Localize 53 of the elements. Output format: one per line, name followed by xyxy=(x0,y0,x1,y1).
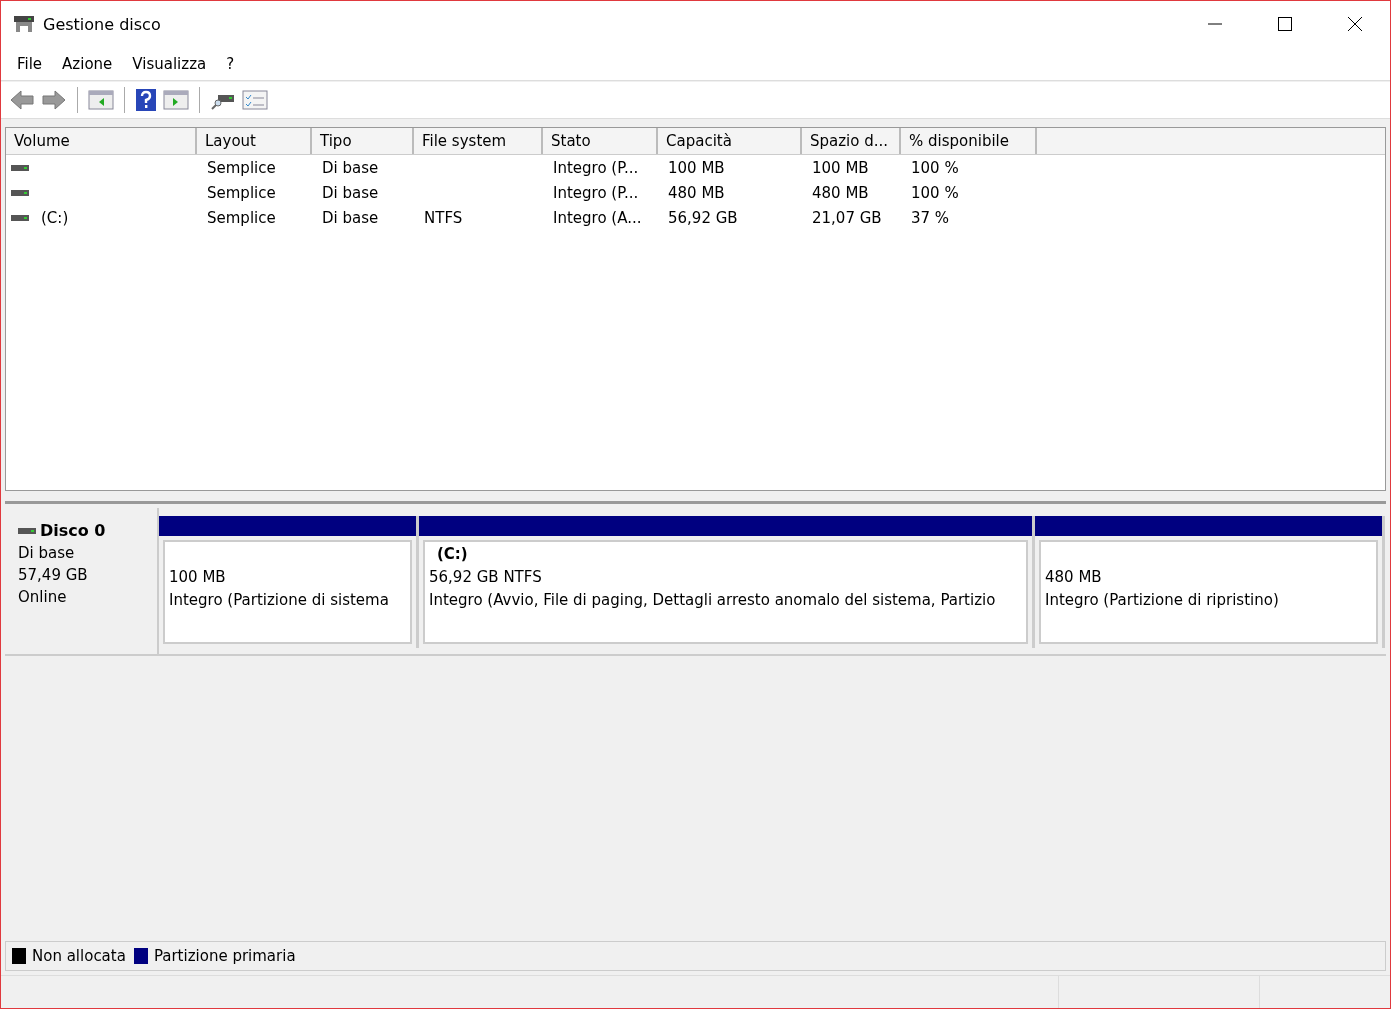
close-icon[interactable] xyxy=(1347,16,1363,32)
menu-item[interactable]: Azione xyxy=(54,54,125,73)
disk-size: 57,49 GB xyxy=(18,565,89,586)
help-icon[interactable] xyxy=(135,88,157,112)
partition-text: Integro (Partizione di sistema xyxy=(169,590,390,611)
partition-box[interactable]: (C:) 56,92 GB NTFS Integro (Avvio, File di paging, Dettagli arresto anomalo del sistema, Partizio xyxy=(423,540,1028,644)
checklist-icon[interactable] xyxy=(242,89,268,111)
disk-management-icon xyxy=(13,14,35,34)
table-cell: Di base xyxy=(322,158,379,177)
partition-text: 100 MB xyxy=(169,567,227,588)
legend-label: Non allocata xyxy=(32,947,126,965)
table-cell: 56,92 GB xyxy=(668,208,738,227)
partition-text: 56,92 GB NTFS xyxy=(429,567,543,588)
table-cell: Integro (A... xyxy=(553,208,642,227)
table-cell: Integro (P... xyxy=(553,158,639,177)
table-cell: Integro (P... xyxy=(553,183,639,202)
table-cell: 480 MB xyxy=(668,183,725,202)
partition-text: Integro (Partizione di ripristino) xyxy=(1045,590,1280,611)
disk-name: Disco 0 xyxy=(40,520,106,542)
drive-icon xyxy=(11,213,29,222)
maximize-icon[interactable] xyxy=(1277,16,1293,32)
menu-item[interactable]: Visualizza xyxy=(124,54,219,73)
partition-box[interactable]: 100 MB Integro (Partizione di sistema xyxy=(163,540,412,644)
disk-type: Di base xyxy=(18,543,76,564)
panel-icon[interactable] xyxy=(163,89,189,111)
legend-label: Partizione primaria xyxy=(153,947,296,965)
table-cell: 21,07 GB xyxy=(812,208,882,227)
forward-button[interactable] xyxy=(41,89,67,111)
table-cell: Semplice xyxy=(207,208,276,227)
table-cell: (C:) xyxy=(41,208,69,227)
drive-icon xyxy=(11,188,29,197)
window-title: Gestione disco xyxy=(43,14,162,34)
table-cell: 100 MB xyxy=(812,158,869,177)
table-cell: Semplice xyxy=(207,183,276,202)
disk-status: Online xyxy=(18,587,68,608)
menu-item[interactable]: File xyxy=(9,54,55,73)
panel-icon[interactable] xyxy=(88,89,114,111)
table-cell: 100 MB xyxy=(668,158,725,177)
table-cell: NTFS xyxy=(424,208,463,227)
table-cell: 37 % xyxy=(911,208,950,227)
table-cell: Di base xyxy=(322,183,379,202)
table-cell: 100 % xyxy=(911,183,959,202)
drive-icon xyxy=(11,163,29,172)
table-cell: 480 MB xyxy=(812,183,869,202)
menu-item[interactable]: ? xyxy=(218,54,247,73)
partition-title: (C:) xyxy=(436,544,469,565)
back-button[interactable] xyxy=(9,89,35,111)
partition-box[interactable]: 480 MB Integro (Partizione di ripristino) xyxy=(1039,540,1378,644)
partition-text: Integro (Avvio, File di paging, Dettagli arresto anomalo del sistema, Partizio xyxy=(429,590,997,611)
table-cell: Semplice xyxy=(207,158,276,177)
table-cell: Di base xyxy=(322,208,379,227)
partition-text: 480 MB xyxy=(1045,567,1103,588)
table-cell: 100 % xyxy=(911,158,959,177)
